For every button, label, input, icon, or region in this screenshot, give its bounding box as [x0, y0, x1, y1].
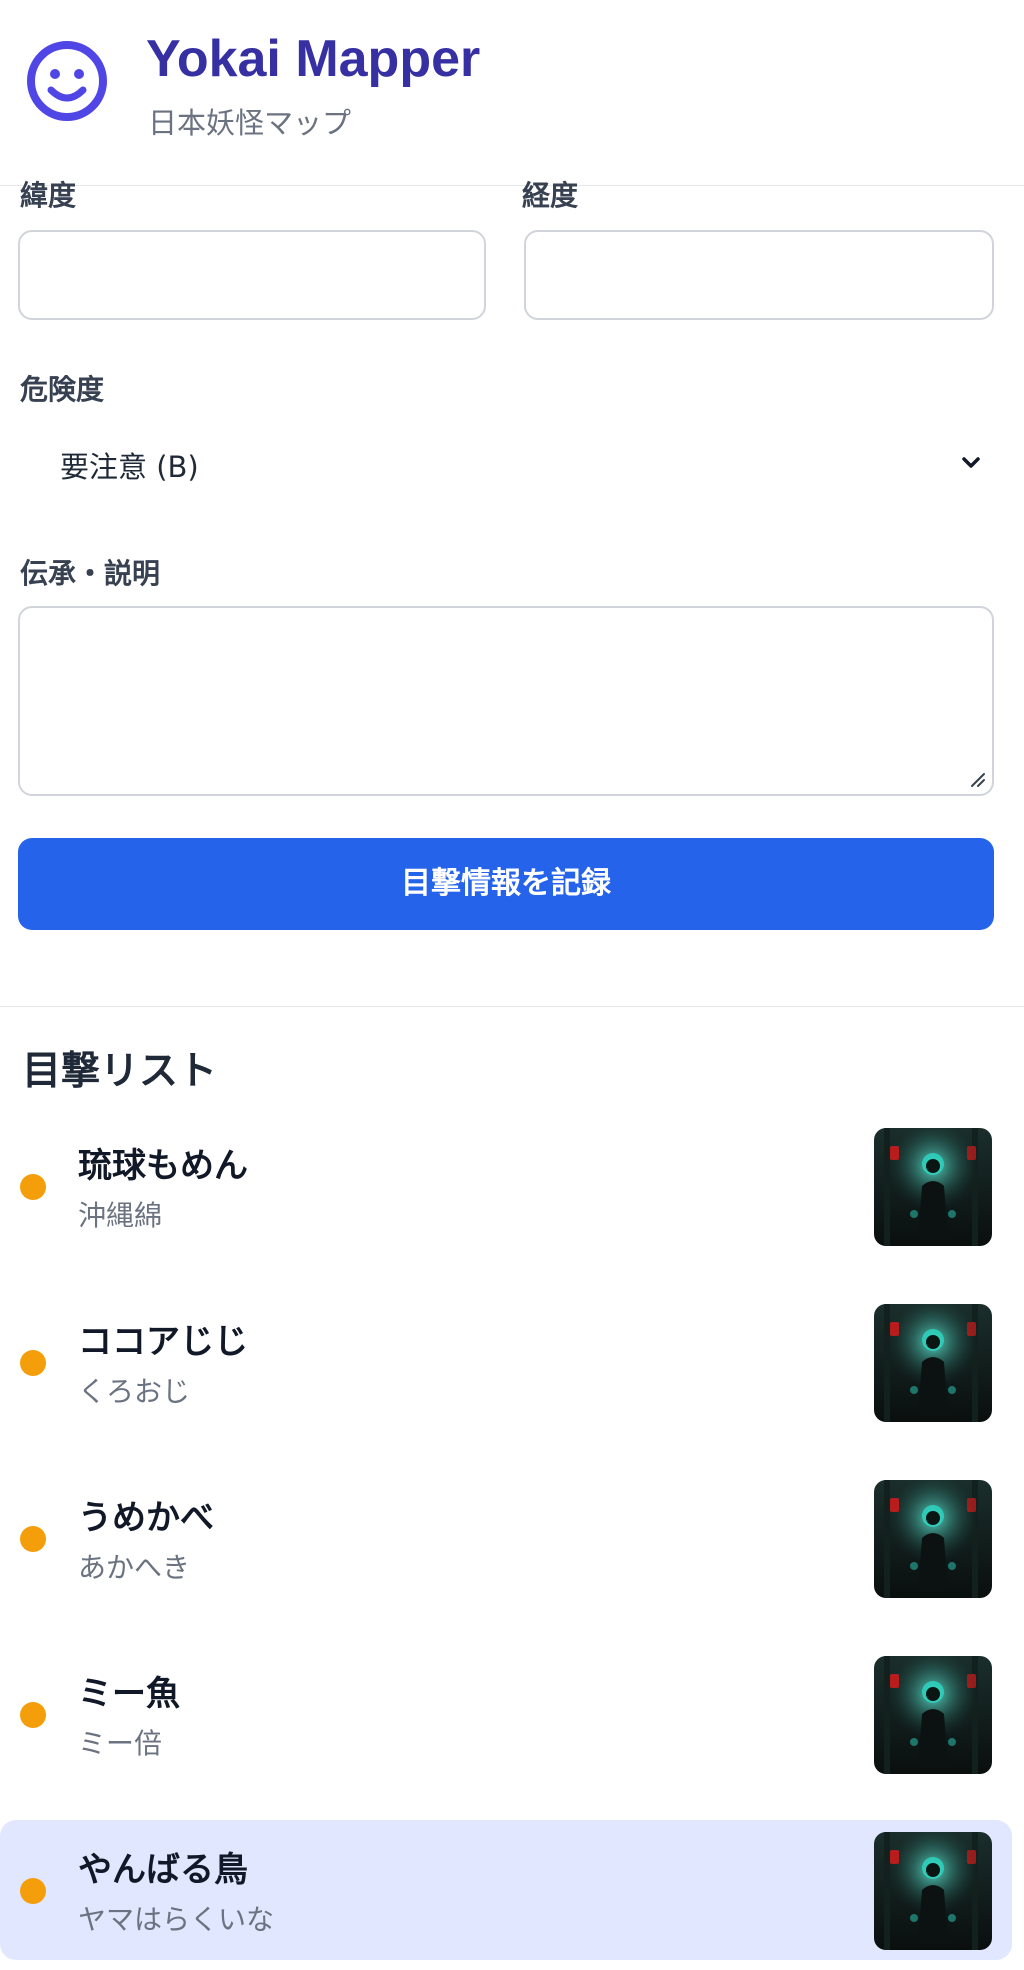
description-label: 伝承・説明: [20, 557, 161, 590]
yokai-reading: 沖縄綿: [78, 1199, 163, 1232]
yokai-name: うめかべ: [78, 1498, 214, 1538]
resize-handle-icon[interactable]: [968, 770, 986, 788]
yokai-thumbnail-icon: [874, 1832, 992, 1950]
yokai-name: ココアじじ: [78, 1322, 248, 1362]
status-dot: [20, 1526, 46, 1552]
app-title: Yokai Mapper: [146, 30, 481, 88]
list-item[interactable]: うめかべ あかへき: [0, 1468, 1012, 1608]
yokai-reading: あかへき: [78, 1551, 191, 1584]
section-divider: [0, 1006, 1024, 1007]
danger-level-select[interactable]: 要注意 (B): [18, 428, 994, 498]
yokai-reading: くろおじ: [78, 1375, 191, 1408]
app-subtitle: 日本妖怪マップ: [148, 106, 352, 140]
status-dot: [20, 1702, 46, 1728]
record-sighting-button[interactable]: 目撃情報を記録: [18, 838, 994, 930]
yokai-thumbnail-icon: [874, 1304, 992, 1422]
status-dot: [20, 1350, 46, 1376]
status-dot: [20, 1878, 46, 1904]
list-item[interactable]: 琉球もめん 沖縄綿: [0, 1116, 1012, 1256]
yokai-reading: ヤマはらくいな: [78, 1903, 275, 1936]
smiley-face-icon: [27, 41, 107, 121]
yokai-reading: ミー倍: [78, 1727, 163, 1760]
longitude-input[interactable]: [524, 230, 994, 320]
chevron-down-icon: [962, 457, 980, 468]
yokai-name: 琉球もめん: [78, 1146, 248, 1186]
longitude-label: 経度: [522, 179, 579, 212]
danger-level-label: 危険度: [20, 373, 105, 406]
danger-level-value: 要注意 (B): [60, 450, 199, 484]
list-item[interactable]: ミー魚 ミー倍: [0, 1644, 1012, 1784]
latitude-input[interactable]: [18, 230, 486, 320]
yokai-thumbnail-icon: [874, 1656, 992, 1774]
description-textarea[interactable]: [18, 606, 994, 796]
yokai-name: ミー魚: [78, 1674, 180, 1714]
yokai-thumbnail-icon: [874, 1128, 992, 1246]
list-item[interactable]: やんばる鳥 ヤマはらくいな: [0, 1820, 1012, 1960]
app-header: Yokai Mapper 日本妖怪マップ: [0, 0, 1024, 186]
list-item[interactable]: ココアじじ くろおじ: [0, 1292, 1012, 1432]
yokai-thumbnail-icon: [874, 1480, 992, 1598]
yokai-name: やんばる鳥: [78, 1850, 248, 1890]
latitude-label: 緯度: [20, 179, 77, 212]
sighting-list-title: 目撃リスト: [22, 1049, 218, 1094]
status-dot: [20, 1174, 46, 1200]
